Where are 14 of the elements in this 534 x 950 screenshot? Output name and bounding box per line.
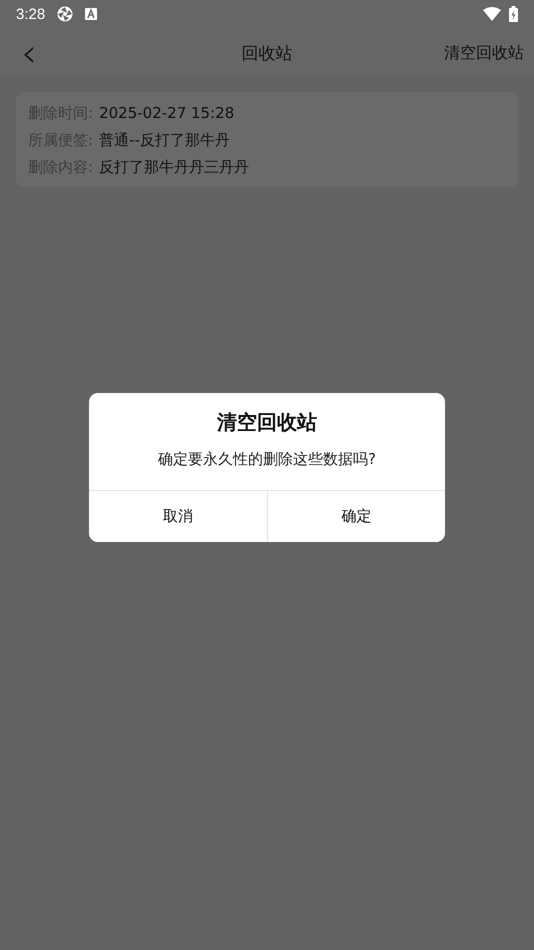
dialog-title: 清空回收站: [217, 410, 317, 434]
back-button[interactable]: ‹: [18, 34, 40, 72]
letter-icon: [85, 8, 98, 20]
clear-recycle-bin-button[interactable]: 清空回收站: [444, 42, 524, 64]
field-value: 普通--反打了那牛丹: [99, 130, 230, 151]
field-value: 反打了那牛丹丹三丹丹: [99, 157, 250, 178]
confirm-button[interactable]: 确定: [266, 491, 445, 542]
wifi-icon: [483, 7, 501, 21]
aperture-icon: [57, 6, 74, 22]
clock: 3:28: [16, 6, 46, 22]
field-value: 2025-02-27 15:28: [99, 103, 234, 124]
page-title: 回收站: [242, 44, 292, 64]
battery-icon: [509, 6, 518, 22]
dialog-message: 确定要永久性的删除这些数据吗?: [158, 450, 376, 468]
